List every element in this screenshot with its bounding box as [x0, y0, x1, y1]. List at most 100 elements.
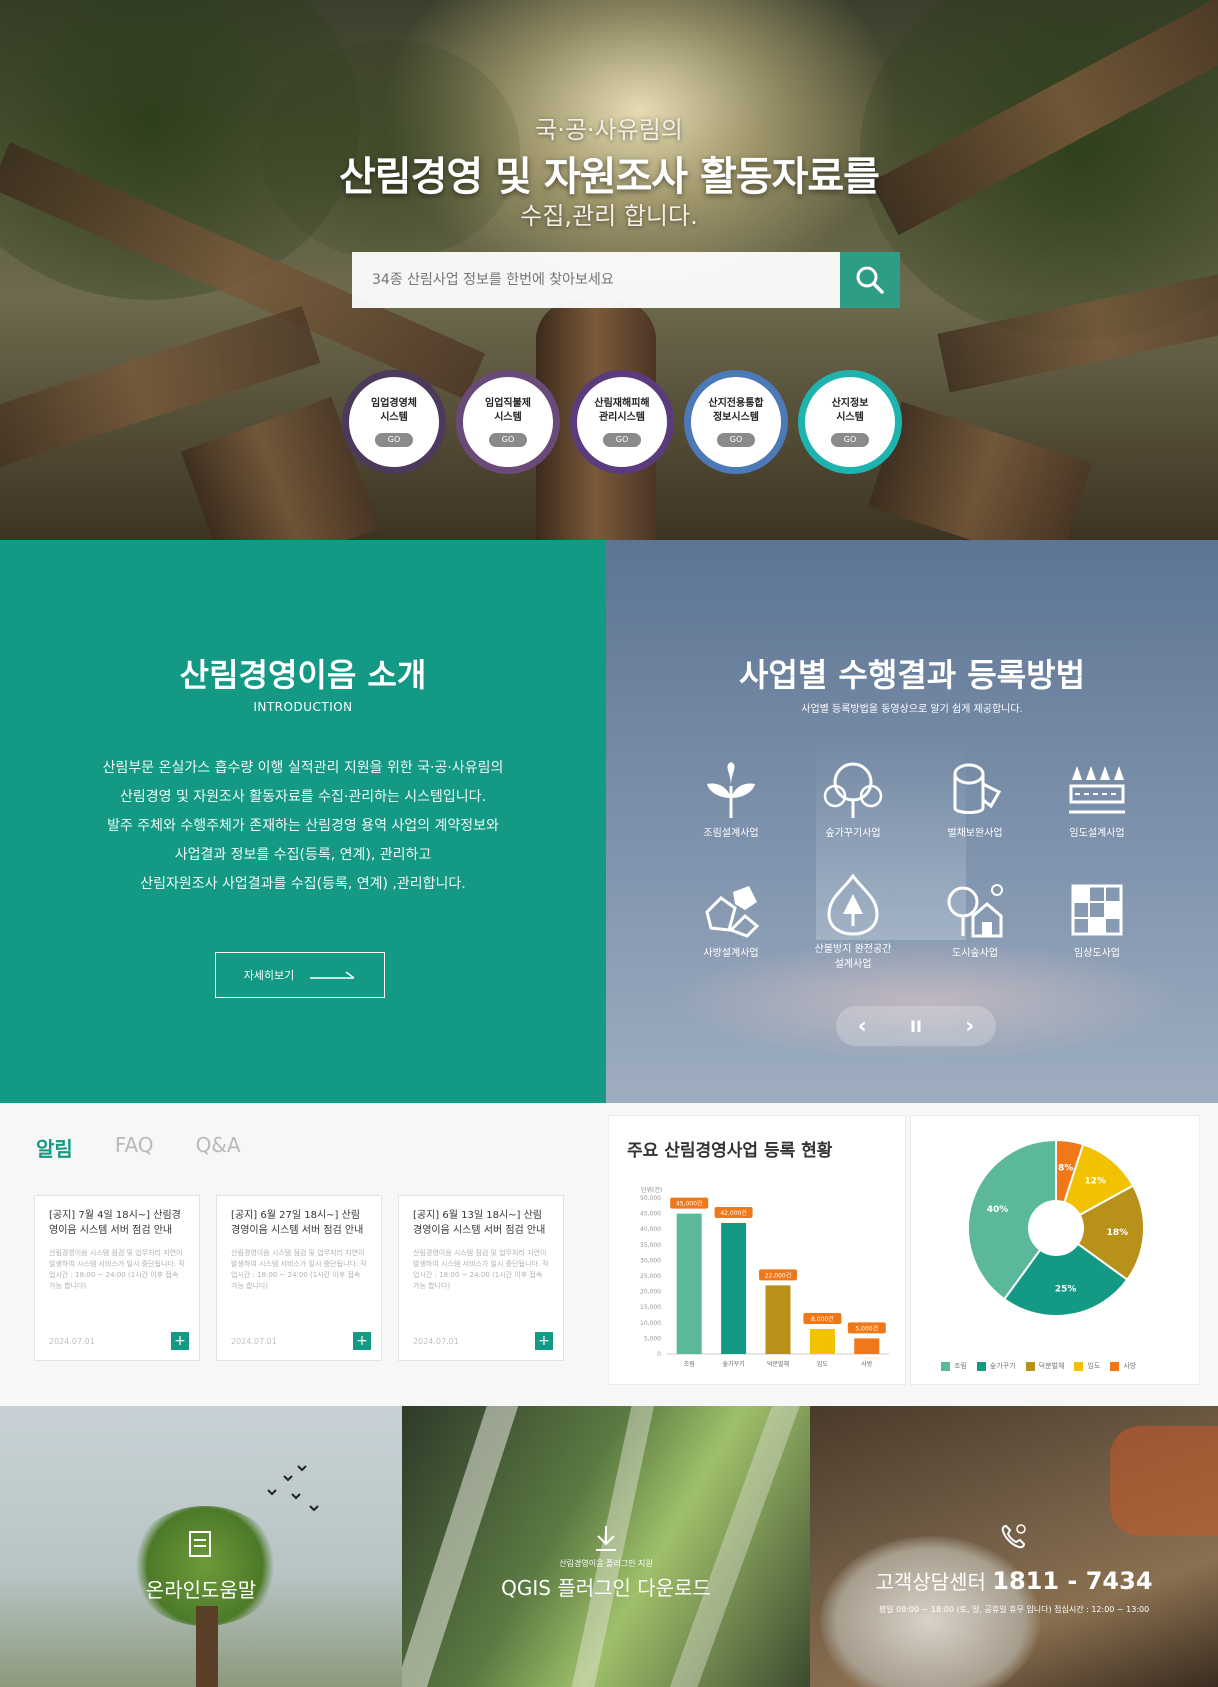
intro-section: 산림경영이음 소개 INTRODUCTION 산림부문 온실가스 흡수량 이행 …	[0, 540, 606, 1103]
plus-icon[interactable]: +	[353, 1332, 371, 1350]
method-item-planting[interactable]: 조림설계사업	[676, 762, 786, 841]
go-button[interactable]: GO	[489, 433, 527, 447]
legend-swatch	[976, 1361, 986, 1371]
y-tick-label: 45,000	[640, 1211, 661, 1218]
system-name: 임업경영체 시스템	[371, 398, 417, 423]
y-tick-label: 15,000	[640, 1304, 661, 1311]
y-tick-label: 10,000	[640, 1320, 661, 1327]
system-link-forest-management[interactable]: 임업경영체 시스템 GO	[342, 370, 446, 474]
system-link-direct-payment[interactable]: 임업직불제 시스템 GO	[456, 370, 560, 474]
legend-swatch	[1025, 1361, 1035, 1371]
info-section: 알림 FAQ Q&A [공지] 7월 4일 18시~] 산림경영이음 시스템 서…	[0, 1103, 1218, 1406]
search-bar	[352, 252, 900, 308]
y-tick-label: 25,000	[640, 1273, 661, 1280]
more-button[interactable]: 자세히보기	[215, 952, 385, 998]
method-item-logging[interactable]: 벌채보완사업	[920, 762, 1030, 841]
notice-card[interactable]: [공지] 6월 27일 18시~] 산림경영이음 시스템 서버 점검 안내 산림…	[216, 1195, 382, 1361]
qgis-panel[interactable]: 산림경영이음 플러그인 지원 QGIS 플러그인 다운로드	[402, 1406, 810, 1687]
cs-panel[interactable]: 고객상담센터 1811 - 7434 평일 09:00 ~ 18:00 (토, …	[810, 1406, 1218, 1687]
notice-body: 산림경영이음 시스템 점검 및 업무처리 지연이 발생하여 시스템 서비스가 일…	[49, 1249, 185, 1290]
pause-button[interactable]: II	[910, 1017, 922, 1036]
pie-label: 40%	[987, 1205, 1009, 1215]
legend-item: 조림	[941, 1361, 967, 1371]
bar	[809, 1329, 835, 1354]
x-tick-label: 숲가꾸기	[723, 1360, 745, 1368]
guide-panel[interactable]: 온라인도움말	[0, 1406, 402, 1687]
bar	[854, 1338, 880, 1354]
system-name: 산지정보 시스템	[831, 398, 869, 423]
forest-road-icon	[1069, 766, 1125, 814]
notice-title: [공지] 7월 4일 18시~] 산림경영이음 시스템 서버 점검 안내	[49, 1210, 181, 1236]
pie-label: 8%	[1058, 1163, 1073, 1173]
notice-tabs: 알림 FAQ Q&A	[36, 1133, 241, 1162]
y-tick-label: 20,000	[640, 1289, 661, 1296]
legend-label: 사방	[1123, 1362, 1137, 1370]
bottom-section: 온라인도움말 산림경영이음 플러그인 지원 QGIS 플러그인 다운로드 고객상…	[0, 1406, 1218, 1687]
tab-faq[interactable]: FAQ	[115, 1133, 154, 1162]
legend-item: 임도	[1074, 1361, 1100, 1371]
notice-title: [공지] 6월 13일 18시~] 산림경영이음 시스템 서버 점검 안내	[413, 1210, 546, 1236]
seedling-icon	[707, 762, 755, 818]
pie-label: 18%	[1107, 1228, 1129, 1238]
method-item-forest-road[interactable]: 임도설계사업	[1042, 762, 1152, 841]
qgis-label: QGIS 플러그인 다운로드	[501, 1576, 711, 1600]
system-link-disaster[interactable]: 산림재해피해 관리시스템 GO	[570, 370, 674, 474]
tab-qna[interactable]: Q&A	[196, 1133, 241, 1162]
x-tick-label: 임도	[817, 1360, 829, 1368]
go-button[interactable]: GO	[603, 433, 641, 447]
download-icon	[596, 1526, 616, 1551]
qgis-small-label: 산림경영이음 플러그인 지원	[559, 1559, 653, 1568]
guide-label: 온라인도움말	[145, 1578, 257, 1602]
method-item-urban-forest[interactable]: 도시숲사업	[920, 882, 1030, 961]
wildfire-icon	[827, 874, 879, 936]
system-link-land-conversion[interactable]: 산지전용통합 정보시스템 GO	[684, 370, 788, 474]
bar	[721, 1222, 747, 1354]
pie-chart: 8% 12% 18% 25% 40%	[967, 1138, 1145, 1317]
notice-card[interactable]: [공지] 7월 4일 18시~] 산림경영이음 시스템 서버 점검 안내 산림경…	[34, 1195, 200, 1361]
system-link-mountain-info[interactable]: 산지정보 시스템 GO	[798, 370, 902, 474]
notice-card[interactable]: [공지] 6월 13일 18시~] 산림경영이음 시스템 서버 점검 안내 산림…	[398, 1195, 564, 1361]
method-item-forest-map[interactable]: 임상도사업	[1042, 882, 1152, 961]
slider-controls: ‹ II ›	[836, 1006, 996, 1046]
y-tick-label: 30,000	[640, 1257, 661, 1264]
method-item-wildfire[interactable]: 산불방지 완전공간 설계사업	[798, 874, 908, 972]
intro-description: 산림부문 온실가스 흡수량 이행 실적관리 지원을 위한 국·공·사유림의 산림…	[102, 760, 504, 892]
y-tick-label: 40,000	[640, 1226, 661, 1233]
plus-icon[interactable]: +	[535, 1332, 553, 1350]
bar	[676, 1213, 702, 1354]
rocks-icon	[705, 886, 760, 938]
next-button[interactable]: ›	[965, 1014, 974, 1039]
go-button[interactable]: GO	[831, 433, 869, 447]
more-label: 자세히보기	[243, 969, 295, 982]
method-item-tending[interactable]: 숲가꾸기사업	[798, 762, 908, 841]
x-tick-label: 조림	[684, 1360, 695, 1368]
system-name: 산지전용통합 정보시스템	[708, 398, 764, 423]
data-label: 8,000건	[811, 1315, 834, 1323]
plus-icon[interactable]: +	[171, 1332, 189, 1350]
intro-title: 산림경영이음 소개	[179, 656, 427, 694]
legend-item: 숲가꾸기	[976, 1361, 1016, 1371]
legend-label: 조림	[954, 1362, 967, 1370]
search-button[interactable]	[840, 252, 900, 308]
notice-body: 산림경영이음 시스템 점검 및 업무처리 지연이 발생하여 시스템 서비스가 일…	[231, 1249, 367, 1290]
go-button[interactable]: GO	[717, 433, 755, 447]
notice-title: [공지] 6월 27일 18시~] 산림경영이음 시스템 서버 점검 안내	[231, 1210, 364, 1236]
go-button[interactable]: GO	[375, 433, 413, 447]
legend-item: 덕분벌채	[1025, 1361, 1064, 1371]
tab-notice[interactable]: 알림	[36, 1133, 73, 1162]
notice-date: 2024.07.01	[49, 1337, 95, 1346]
hero-line3: 수집,관리 합니다.	[520, 202, 698, 230]
pie-chart-panel: 8% 12% 18% 25% 40% 조림 숲가꾸기 덕분벌채 임도 사방	[910, 1115, 1200, 1385]
data-label: 5,000건	[855, 1324, 878, 1332]
search-input[interactable]	[352, 252, 840, 308]
prev-button[interactable]: ‹	[858, 1014, 867, 1039]
y-tick-label: 35,000	[640, 1242, 661, 1249]
methods-subtitle: 사업별 등록방법을 동영상으로 알기 쉽게 제공합니다.	[801, 704, 1023, 715]
search-icon	[856, 266, 884, 294]
data-label: 45,000건	[676, 1200, 703, 1208]
methods-section: 사업별 수행결과 등록방법 사업별 등록방법을 동영상으로 알기 쉽게 제공합니…	[606, 540, 1218, 1103]
methods-title: 사업별 수행결과 등록방법	[738, 656, 1086, 694]
bar-chart: 단위(건) 0 5,000 10,000 15,000 20,000 25,000 30,00…	[640, 1186, 889, 1368]
method-item-erosion[interactable]: 사방설계사업	[676, 882, 786, 961]
x-tick-label: 사방	[861, 1360, 873, 1368]
